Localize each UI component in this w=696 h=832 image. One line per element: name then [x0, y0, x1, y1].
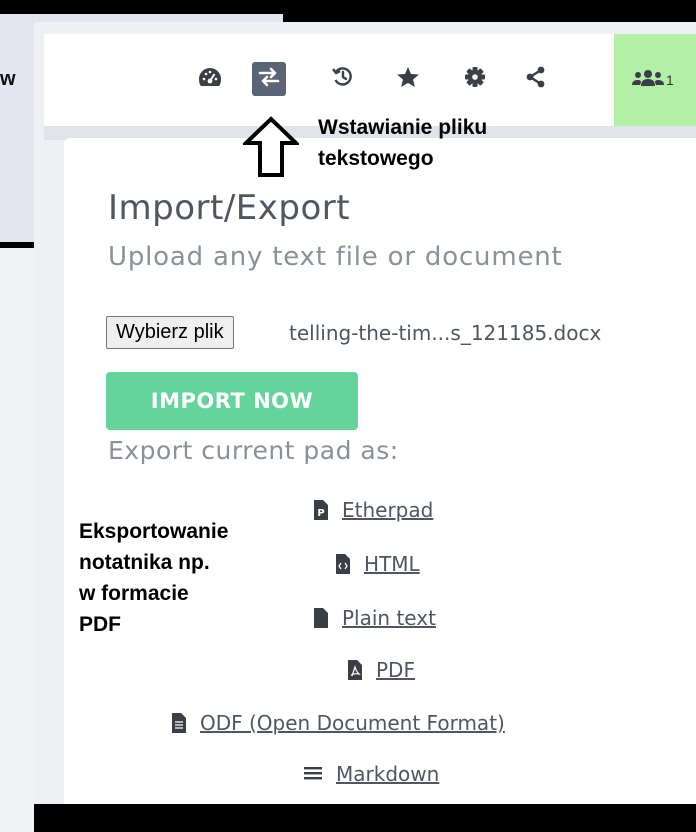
export-etherpad-label: Etherpad [342, 498, 434, 522]
import-annotation-line1: Wstawianie pliku [318, 116, 488, 139]
export-annotation-line4: PDF [79, 613, 121, 636]
settings-icon [464, 66, 486, 93]
import-annotation-line2: tekstowego [318, 147, 434, 170]
users-count: 1 [666, 72, 674, 88]
background-edge [0, 0, 283, 14]
import-now-button[interactable]: IMPORT NOW [106, 372, 358, 430]
export-pdf-label: PDF [376, 658, 415, 682]
star-icon [396, 66, 420, 93]
import-export-popup: Import/Export Upload any text file or do… [64, 138, 696, 804]
svg-text:P: P [317, 508, 324, 519]
dashboard-button[interactable] [193, 62, 227, 96]
export-plain-text-link[interactable]: Plain text [314, 606, 436, 630]
import-annotation: Wstawianie pliku tekstowego [318, 112, 487, 174]
import-export-icon [258, 67, 280, 92]
html-file-icon [336, 554, 350, 574]
export-annotation-line3: w formacie [79, 582, 189, 605]
background-partial-text: w [0, 68, 16, 90]
export-annotation: Eksportowanie notatnika np. w formacie P… [79, 516, 228, 640]
share-button[interactable] [519, 62, 553, 96]
export-odf-label: ODF (Open Document Format) [200, 711, 505, 735]
export-annotation-line2: notatnika np. [79, 551, 210, 574]
import-export-button[interactable] [252, 62, 286, 96]
export-html-link[interactable]: HTML [336, 552, 420, 576]
dashboard-icon [198, 67, 222, 92]
etherpad-file-icon: P [314, 500, 328, 520]
export-markdown-link[interactable]: Markdown [304, 762, 439, 786]
popup-subtitle: Upload any text file or document [108, 242, 563, 272]
pdf-file-icon [348, 660, 362, 680]
up-arrow-annotation [241, 116, 301, 183]
selected-file-name: telling-the-tim...s_121185.docx [289, 321, 602, 345]
choose-file-button[interactable]: Wybierz plik [106, 316, 234, 349]
background-page-edge [0, 248, 34, 832]
markdown-icon [304, 766, 322, 782]
export-heading: Export current pad as: [108, 436, 399, 465]
export-html-label: HTML [364, 552, 420, 576]
share-icon [525, 66, 547, 93]
history-icon [332, 66, 354, 93]
users-icon [632, 69, 664, 92]
popup-title: Import/Export [108, 188, 351, 228]
export-annotation-line1: Eksportowanie [79, 520, 229, 543]
export-plain-text-label: Plain text [342, 606, 436, 630]
history-button[interactable] [326, 62, 360, 96]
export-etherpad-link[interactable]: P Etherpad [314, 498, 433, 522]
users-button[interactable]: 1 [614, 34, 696, 126]
text-file-icon [314, 608, 328, 628]
export-odf-link[interactable]: ODF (Open Document Format) [172, 711, 505, 735]
export-pdf-link[interactable]: PDF [348, 658, 415, 682]
export-markdown-label: Markdown [336, 762, 440, 786]
star-button[interactable] [391, 62, 425, 96]
settings-button[interactable] [458, 62, 492, 96]
odf-file-icon [172, 713, 186, 733]
